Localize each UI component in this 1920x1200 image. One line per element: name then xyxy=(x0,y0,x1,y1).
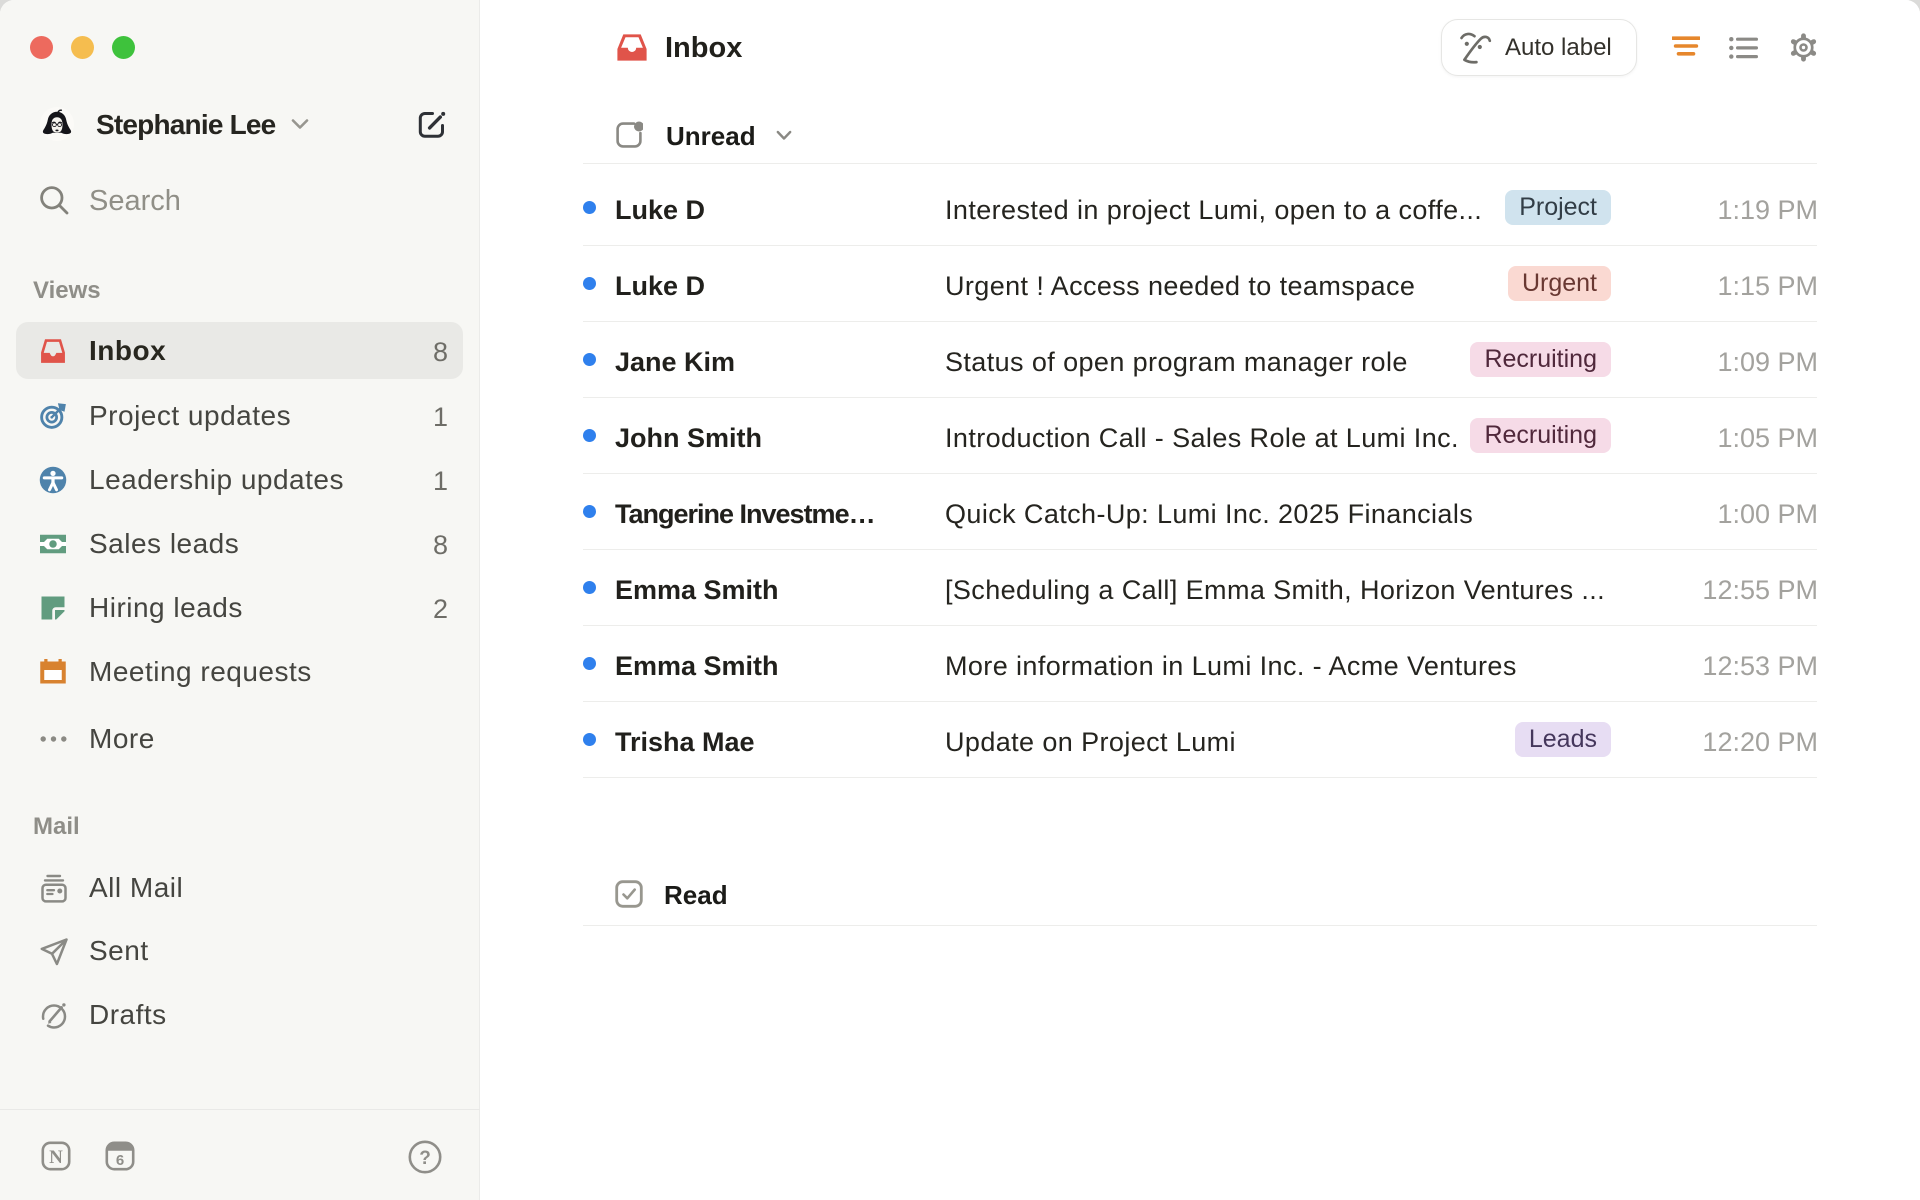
svg-text:N: N xyxy=(49,1147,63,1168)
svg-text:6: 6 xyxy=(116,1152,124,1169)
svg-text:?: ? xyxy=(419,1148,431,1169)
